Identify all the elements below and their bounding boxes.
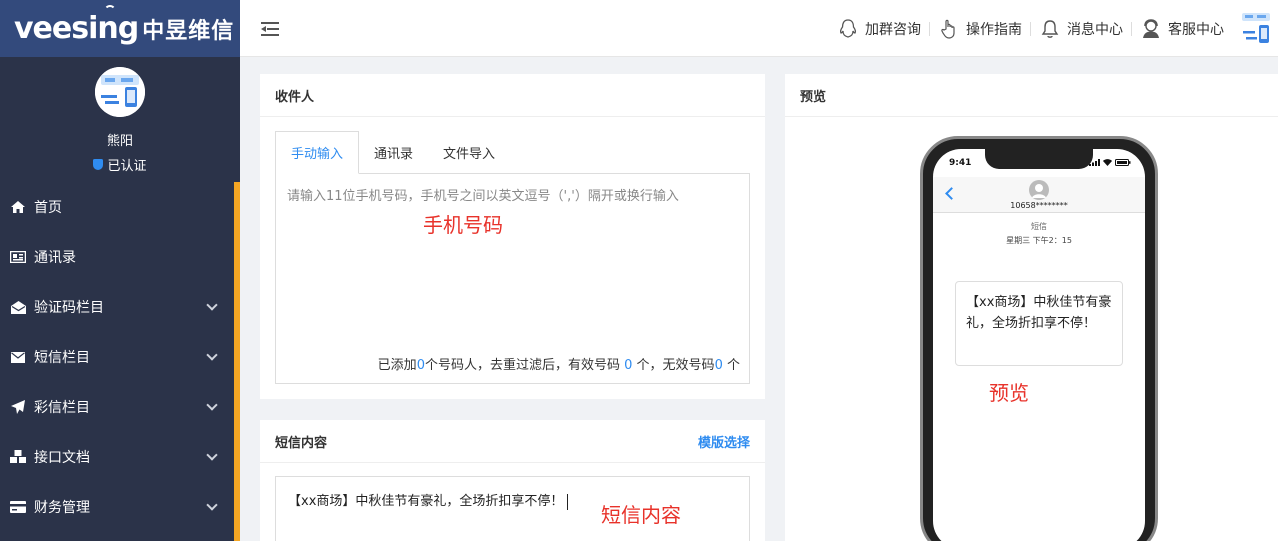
sidebar-item-mms[interactable]: 彩信栏目	[0, 382, 240, 432]
phone-mockup: 9:41 10658******** 短信 星期三 下午2：15 【xx商场】中…	[920, 136, 1158, 541]
tab-file-import[interactable]: 文件导入	[428, 131, 510, 174]
sidebar-scrollbar[interactable]	[234, 182, 240, 541]
sms-title: 短信内容	[260, 420, 765, 463]
sidebar: veesing 中昱维信 熊阳 已认证 首页 通讯录 验证码栏目 短信栏目 彩信…	[0, 0, 240, 541]
paper-plane-icon	[10, 399, 26, 415]
header-links: 加群咨询 操作指南 消息中心 客服中心	[829, 0, 1278, 57]
user-profile: 熊阳 已认证	[0, 57, 240, 182]
sms-content-input[interactable]: 【xx商场】中秋佳节有豪礼，全场折扣享不停！ 短信内容	[275, 476, 750, 541]
sidebar-item-api-docs[interactable]: 接口文档	[0, 432, 240, 482]
logo[interactable]: veesing 中昱维信	[0, 0, 240, 57]
message-center-link[interactable]: 消息中心	[1031, 18, 1131, 40]
contact-avatar-icon	[1029, 180, 1049, 200]
guide-link[interactable]: 操作指南	[930, 18, 1030, 40]
customer-service-icon	[1140, 18, 1162, 40]
preview-panel: 预览 9:41 10658******** 短信 星期三 下午2：15 【xx商…	[785, 74, 1278, 541]
recipient-tabs: 手动输入 通讯录 文件导入	[275, 131, 750, 174]
envelope-open-icon	[10, 299, 26, 315]
hand-pointer-icon	[938, 18, 960, 40]
user-name: 熊阳	[106, 134, 133, 149]
recipients-panel: 收件人 手动输入 通讯录 文件导入 请输入11位手机号码，手机号之间以英文逗号（…	[260, 74, 765, 399]
bell-icon	[1039, 18, 1061, 40]
verified-badge: 已认证	[93, 155, 147, 174]
number-stats: 已添加0个号码人，去重过滤后，有效号码 0 个，无效号码0 个	[377, 358, 740, 373]
envelope-icon	[10, 349, 26, 365]
message-bubble: 【xx商场】中秋佳节有豪礼，全场折扣享不停！	[955, 281, 1123, 366]
phone-input-placeholder: 请输入11位手机号码，手机号之间以英文逗号（','）隔开或换行输入	[287, 189, 679, 204]
template-select-link[interactable]: 模版选择	[698, 432, 750, 451]
phone-time: 9:41	[949, 158, 972, 168]
sidebar-item-finance[interactable]: 财务管理	[0, 482, 240, 532]
sms-content-text: 【xx商场】中秋佳节有豪礼，全场折扣享不停！	[288, 490, 569, 510]
preview-title: 预览	[785, 74, 1278, 117]
contact-number: 10658********	[1010, 201, 1068, 210]
shield-icon	[93, 159, 104, 170]
sidebar-item-verification[interactable]: 验证码栏目	[0, 282, 240, 332]
phone-screen: 9:41 10658******** 短信 星期三 下午2：15 【xx商场】中…	[933, 149, 1145, 541]
credit-card-icon	[10, 499, 26, 515]
message-type: 短信	[1031, 222, 1047, 231]
sidebar-item-home[interactable]: 首页	[0, 182, 240, 232]
avatar[interactable]	[95, 67, 145, 117]
phone-numbers-input[interactable]: 请输入11位手机号码，手机号之间以英文逗号（','）隔开或换行输入 手机号码 已…	[275, 173, 750, 384]
sidebar-item-sms[interactable]: 短信栏目	[0, 332, 240, 382]
address-card-icon	[10, 249, 26, 265]
menu-toggle-icon[interactable]	[261, 22, 279, 36]
sms-content-panel: 短信内容 模版选择 【xx商场】中秋佳节有豪礼，全场折扣享不停！ 短信内容	[260, 420, 765, 541]
join-group-link[interactable]: 加群咨询	[829, 18, 929, 40]
home-icon	[10, 199, 26, 215]
customer-service-link[interactable]: 客服中心	[1132, 18, 1232, 40]
top-header: 加群咨询 操作指南 消息中心 客服中心	[240, 0, 1278, 57]
chevron-down-icon[interactable]	[206, 499, 218, 511]
tab-contacts[interactable]: 通讯录	[359, 131, 428, 174]
chevron-down-icon[interactable]	[206, 349, 218, 361]
sidebar-menu: 首页 通讯录 验证码栏目 短信栏目 彩信栏目 接口文档 财务管理	[0, 182, 240, 532]
tab-manual-input[interactable]: 手动输入	[275, 131, 360, 174]
sidebar-item-contacts[interactable]: 通讯录	[0, 232, 240, 282]
phone-status-icons	[1089, 159, 1131, 166]
chevron-down-icon[interactable]	[206, 299, 218, 311]
chevron-down-icon[interactable]	[206, 399, 218, 411]
sms-annotation: 短信内容	[601, 503, 681, 527]
cubes-icon	[10, 449, 26, 465]
preview-annotation: 预览	[989, 381, 1029, 405]
message-time: 星期三 下午2：15	[1006, 236, 1072, 245]
phone-nav-bar: 10658********	[933, 177, 1145, 213]
logo-text: veesing 中昱维信	[14, 5, 234, 46]
phone-annotation: 手机号码	[423, 213, 503, 237]
chevron-down-icon[interactable]	[206, 449, 218, 461]
recipients-title: 收件人	[260, 74, 765, 117]
qq-icon	[837, 18, 859, 40]
back-arrow-icon	[945, 187, 958, 200]
header-avatar[interactable]	[1240, 11, 1272, 47]
phone-notch	[985, 149, 1093, 169]
